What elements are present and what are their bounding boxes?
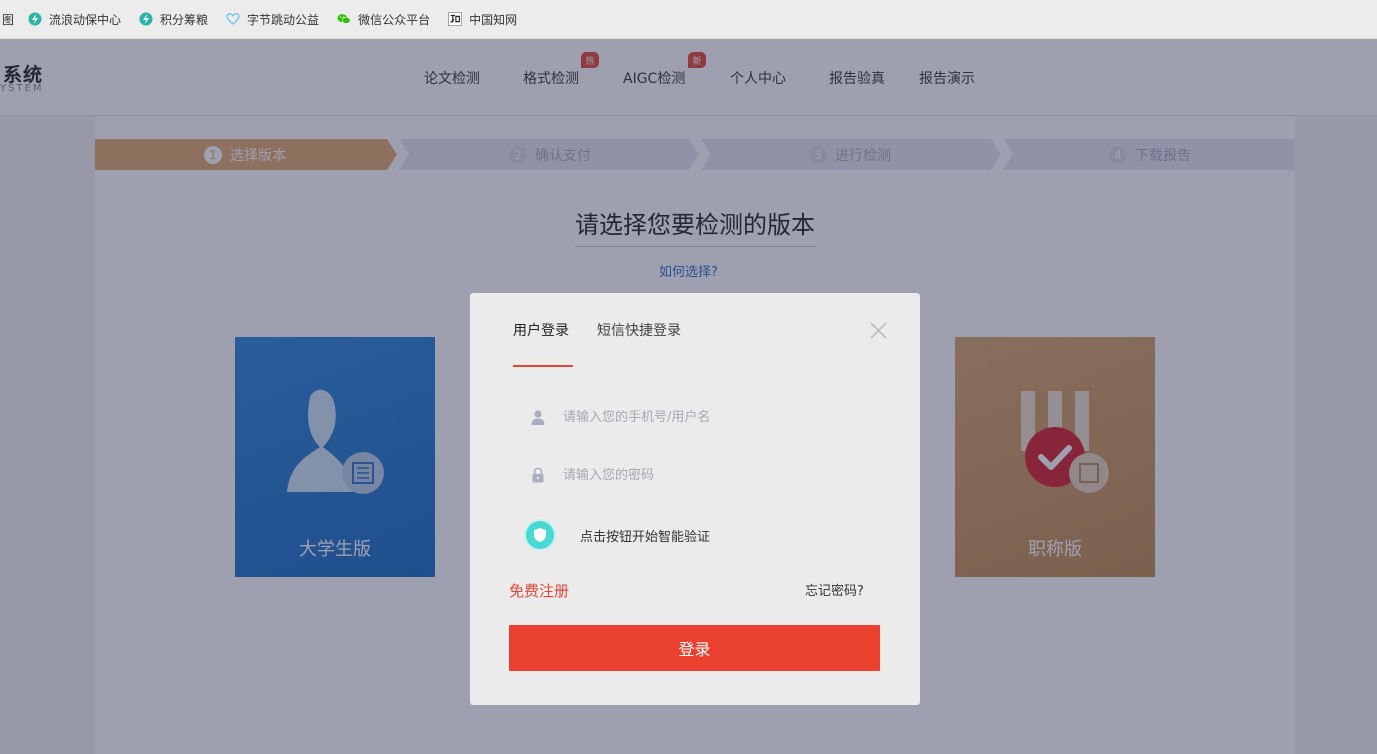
close-icon[interactable] — [870, 322, 887, 339]
bookmark-partial[interactable]: 图 — [2, 0, 14, 39]
bookmark-item[interactable]: 中国知网 — [448, 0, 517, 39]
bookmark-item[interactable]: 微信公众平台 — [337, 0, 430, 39]
bookmark-item[interactable]: 字节跳动公益 — [226, 0, 319, 39]
bookmarks-bar: 图 流浪动保中心 积分筹粮 字节跳动公益 微信公众平台 中国知网 — [0, 0, 1377, 39]
shield-icon — [526, 521, 554, 549]
active-tab-indicator — [513, 365, 573, 367]
heart-icon — [226, 12, 240, 26]
username-input[interactable] — [563, 409, 843, 425]
forgot-password-link[interactable]: 忘记密码? — [805, 580, 864, 599]
register-link[interactable]: 免费注册 — [509, 580, 569, 601]
cnki-icon — [448, 12, 463, 26]
bolt-icon — [28, 12, 42, 26]
password-input[interactable] — [563, 467, 843, 483]
smart-verify-button[interactable]: 点击按钮开始智能验证 — [526, 521, 710, 549]
lock-icon — [530, 467, 546, 483]
password-field — [530, 465, 843, 485]
verify-label: 点击按钮开始智能验证 — [580, 529, 711, 545]
tab-user-login[interactable]: 用户登录 — [513, 320, 569, 340]
tab-sms-login[interactable]: 短信快捷登录 — [597, 320, 681, 340]
bookmark-item[interactable]: 流浪动保中心 — [28, 0, 121, 39]
bookmark-item[interactable]: 积分筹粮 — [139, 0, 208, 39]
bolt-icon — [139, 12, 153, 26]
login-modal: 用户登录 短信快捷登录 点击按钮开始智能验证 免费注册 忘记密码? 登录 — [470, 293, 920, 705]
wechat-icon — [337, 12, 351, 26]
user-icon — [530, 409, 546, 425]
login-button[interactable]: 登录 — [509, 625, 880, 671]
username-field — [530, 407, 843, 427]
